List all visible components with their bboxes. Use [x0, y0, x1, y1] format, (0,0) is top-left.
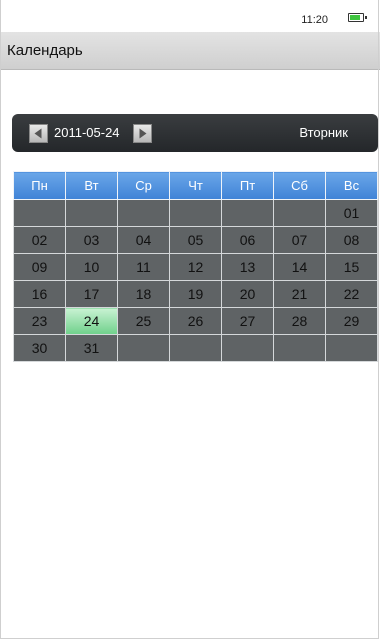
calendar-table: Пн Вт Ср Чт Пт Сб Вс 01 02 03 04 05 06 0…	[13, 171, 378, 362]
calendar-day-cell[interactable]: 27	[221, 307, 274, 335]
calendar-day-cell[interactable]: 20	[221, 280, 274, 308]
calendar-day-cell[interactable]: 01	[325, 199, 378, 227]
calendar-day-cell[interactable]: 31	[65, 334, 118, 362]
calendar-day-cell[interactable]	[325, 334, 378, 362]
calendar-day-cell[interactable]: 08	[325, 226, 378, 254]
calendar-day-cell[interactable]: 18	[117, 280, 170, 308]
status-time: 11:20	[301, 14, 328, 26]
calendar-week-row: 02 03 04 05 06 07 08	[13, 226, 378, 254]
calendar-grid: Пн Вт Ср Чт Пт Сб Вс 01 02 03 04 05 06 0…	[13, 171, 378, 362]
calendar-day-cell[interactable]: 02	[13, 226, 66, 254]
calendar-day-cell[interactable]	[169, 334, 222, 362]
calendar-day-cell[interactable]: 13	[221, 253, 274, 281]
calendar-day-cell[interactable]: 14	[273, 253, 326, 281]
weekday-header: Вс	[325, 171, 378, 200]
calendar-week-row: 09 10 11 12 13 14 15	[13, 253, 378, 281]
calendar-day-cell[interactable]	[169, 199, 222, 227]
calendar-day-cell[interactable]: 23	[13, 307, 66, 335]
calendar-day-cell[interactable]: 26	[169, 307, 222, 335]
calendar-day-cell[interactable]: 16	[13, 280, 66, 308]
arrow-left-icon	[34, 128, 42, 139]
arrow-right-icon	[139, 128, 147, 139]
calendar-week-row: 16 17 18 19 20 21 22	[13, 280, 378, 308]
calendar-day-cell[interactable]: 05	[169, 226, 222, 254]
calendar-day-cell[interactable]: 30	[13, 334, 66, 362]
current-weekday: Вторник	[299, 125, 348, 140]
weekday-header: Вт	[65, 171, 118, 200]
next-day-button[interactable]	[133, 124, 152, 143]
calendar-day-cell-selected[interactable]: 24	[65, 307, 118, 335]
calendar-day-cell[interactable]	[13, 199, 66, 227]
calendar-day-cell[interactable]: 04	[117, 226, 170, 254]
calendar-day-cell[interactable]: 28	[273, 307, 326, 335]
calendar-day-cell[interactable]: 07	[273, 226, 326, 254]
calendar-day-cell[interactable]	[117, 199, 170, 227]
weekday-header: Пт	[221, 171, 274, 200]
calendar-day-cell[interactable]: 09	[13, 253, 66, 281]
calendar-week-row: 30 31	[13, 334, 378, 362]
calendar-day-cell[interactable]: 17	[65, 280, 118, 308]
status-bar: 11:20	[0, 0, 380, 32]
calendar-day-cell[interactable]: 03	[65, 226, 118, 254]
page-title: Календарь	[7, 42, 83, 59]
calendar-day-cell[interactable]	[273, 199, 326, 227]
weekday-header-row: Пн Вт Ср Чт Пт Сб Вс	[13, 171, 378, 200]
calendar-day-cell[interactable]: 11	[117, 253, 170, 281]
calendar-day-cell[interactable]: 06	[221, 226, 274, 254]
calendar-day-cell[interactable]	[221, 199, 274, 227]
calendar-day-cell[interactable]: 12	[169, 253, 222, 281]
battery-icon	[348, 13, 367, 22]
calendar-day-cell[interactable]: 19	[169, 280, 222, 308]
weekday-header: Пн	[13, 171, 66, 200]
title-bar: Календарь	[0, 32, 380, 70]
calendar-week-row: 01	[13, 199, 378, 227]
battery-fill	[350, 15, 360, 20]
calendar-week-row: 23 24 25 26 27 28 29	[13, 307, 378, 335]
date-navigation-bar: 2011-05-24 Вторник	[12, 114, 378, 152]
weekday-header: Ср	[117, 171, 170, 200]
calendar-day-cell[interactable]: 10	[65, 253, 118, 281]
calendar-day-cell[interactable]: 22	[325, 280, 378, 308]
calendar-day-cell[interactable]: 21	[273, 280, 326, 308]
prev-day-button[interactable]	[29, 124, 48, 143]
current-date: 2011-05-24	[54, 125, 120, 140]
calendar-day-cell[interactable]	[221, 334, 274, 362]
weekday-header: Чт	[169, 171, 222, 200]
calendar-day-cell[interactable]: 25	[117, 307, 170, 335]
calendar-day-cell[interactable]: 15	[325, 253, 378, 281]
calendar-day-cell[interactable]	[117, 334, 170, 362]
calendar-day-cell[interactable]	[65, 199, 118, 227]
weekday-header: Сб	[273, 171, 326, 200]
calendar-day-cell[interactable]: 29	[325, 307, 378, 335]
calendar-day-cell[interactable]	[273, 334, 326, 362]
